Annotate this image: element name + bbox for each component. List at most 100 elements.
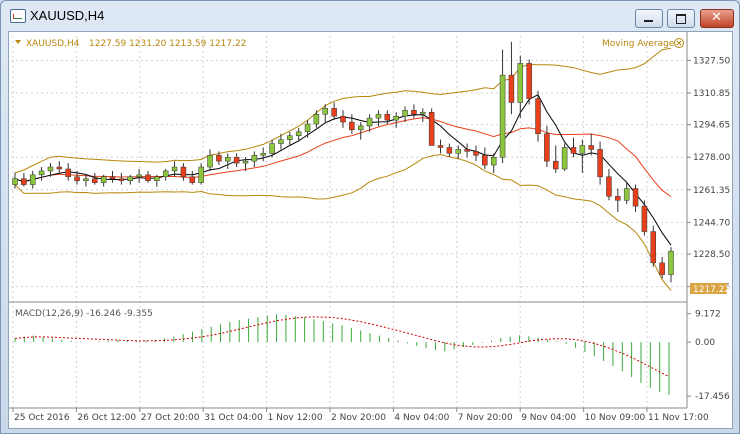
- price-tick-label: 1294.65: [693, 121, 730, 131]
- candle-body: [242, 160, 249, 164]
- candle-body: [437, 145, 444, 148]
- time-tick-label: 2 Nov 20:00: [331, 413, 386, 423]
- candle-body: [331, 108, 337, 117]
- candle-body: [180, 166, 187, 178]
- symbol-dropdown-icon[interactable]: [15, 40, 21, 44]
- candle-body: [473, 151, 479, 156]
- candle-body: [12, 178, 18, 185]
- candle-body: [340, 115, 346, 123]
- candle-body: [366, 117, 373, 127]
- macd-tick-label: 0.00: [695, 338, 715, 348]
- candle-body: [109, 176, 116, 180]
- candle-body: [535, 98, 541, 135]
- candle-body: [136, 174, 142, 178]
- chart-area[interactable]: XAUUSD,H4 1227.59 1231.20 1213.59 1217.2…: [8, 31, 733, 429]
- candle-body: [402, 110, 408, 117]
- price-tick-label: 1228.50: [693, 250, 730, 260]
- candle-body: [490, 156, 497, 166]
- candle-body: [38, 170, 45, 176]
- candle-body: [579, 145, 586, 154]
- candle-body: [446, 147, 453, 154]
- maximize-icon: [676, 14, 686, 24]
- candle-body: [641, 205, 648, 232]
- time-tick-label: 7 Nov 20:00: [458, 413, 513, 423]
- price-tick-label: 1278.00: [693, 153, 730, 163]
- candle-body: [260, 153, 266, 156]
- minimize-button[interactable]: [635, 9, 663, 28]
- candle-body: [145, 174, 151, 181]
- candle-body: [482, 155, 488, 166]
- candle-body: [233, 156, 240, 164]
- candle-body: [349, 121, 355, 131]
- time-tick-label: 27 Oct 20:00: [141, 413, 200, 423]
- candle-body: [21, 178, 27, 185]
- candle-body: [127, 176, 133, 181]
- candle-body: [508, 74, 515, 103]
- chart-window[interactable]: XAUUSD,H4 ✕ XAUUSD,H4 1227.59 1231.20 12…: [0, 0, 740, 434]
- candle-body: [56, 166, 63, 170]
- time-tick-label: 25 Oct 2016: [14, 413, 70, 423]
- macd-tick-label: 9.172: [695, 310, 721, 320]
- candle-body: [207, 155, 213, 168]
- time-tick-label: 4 Nov 04:00: [394, 413, 449, 423]
- candle-body: [171, 166, 178, 172]
- candle-body: [189, 176, 196, 183]
- macd-tick-label: -17.456: [695, 392, 730, 402]
- candle-body: [216, 155, 222, 162]
- candle-body: [544, 133, 550, 162]
- close-icon: ✕: [711, 10, 722, 25]
- candle-body: [659, 262, 665, 275]
- maximize-button[interactable]: [667, 9, 695, 28]
- candle-body: [198, 166, 204, 183]
- candle-body: [225, 156, 231, 162]
- candle-body: [464, 149, 470, 152]
- candle-body: [393, 115, 399, 121]
- ohlc-readout: 1227.59 1231.20 1213.59 1217.22: [89, 39, 246, 49]
- candle-body: [74, 176, 80, 181]
- indicator-label[interactable]: Moving Average: [602, 39, 675, 49]
- candle-body: [668, 250, 674, 275]
- price-chart[interactable]: XAUUSD,H4 1227.59 1231.20 1213.59 1217.2…: [9, 32, 732, 428]
- price-tick-label: 1244.70: [693, 218, 730, 228]
- candle-body: [295, 131, 302, 136]
- candle-body: [420, 112, 426, 115]
- time-tick-label: 31 Oct 04:00: [204, 413, 263, 423]
- time-tick-label: 1 Nov 12:00: [268, 413, 323, 423]
- price-tick-label: 1310.85: [693, 89, 730, 99]
- candle-body: [606, 176, 612, 197]
- candle-body: [154, 176, 160, 181]
- time-tick-label: 26 Oct 12:00: [77, 413, 136, 423]
- candle-body: [384, 113, 391, 121]
- candle-body: [526, 63, 532, 99]
- close-button[interactable]: ✕: [700, 9, 734, 28]
- candle-body: [553, 160, 559, 170]
- window-title: XAUUSD,H4: [30, 8, 105, 23]
- candle-body: [623, 188, 630, 201]
- candle-body: [287, 135, 293, 140]
- candle-body: [517, 63, 524, 103]
- price-tick-label: 1327.50: [693, 56, 730, 66]
- time-tick-label: 9 Nov 04:00: [521, 413, 576, 423]
- candle-body: [499, 74, 506, 158]
- candle-body: [269, 143, 275, 154]
- chart-window-icon: [10, 9, 26, 23]
- candle-body: [375, 113, 382, 119]
- candle-body: [65, 168, 71, 178]
- candle-body: [455, 149, 461, 154]
- candle-body: [411, 110, 417, 115]
- symbol-label: XAUUSD,H4: [26, 39, 80, 49]
- candle-body: [588, 145, 594, 150]
- window-titlebar[interactable]: XAUUSD,H4 ✕: [1, 1, 739, 31]
- candle-body: [100, 176, 107, 183]
- indicator-close-x: [676, 40, 682, 46]
- macd-label: MACD(12,26,9) -16.246 -9.355: [15, 309, 153, 319]
- candle-body: [597, 149, 603, 178]
- candle-body: [428, 112, 435, 146]
- candle-body: [47, 166, 54, 172]
- candle-body: [570, 147, 577, 154]
- minimize-icon: [644, 20, 653, 22]
- candle-body: [29, 174, 36, 185]
- candle-body: [322, 108, 329, 115]
- current-price-text: 1217.22: [693, 285, 730, 295]
- candle-body: [92, 178, 98, 183]
